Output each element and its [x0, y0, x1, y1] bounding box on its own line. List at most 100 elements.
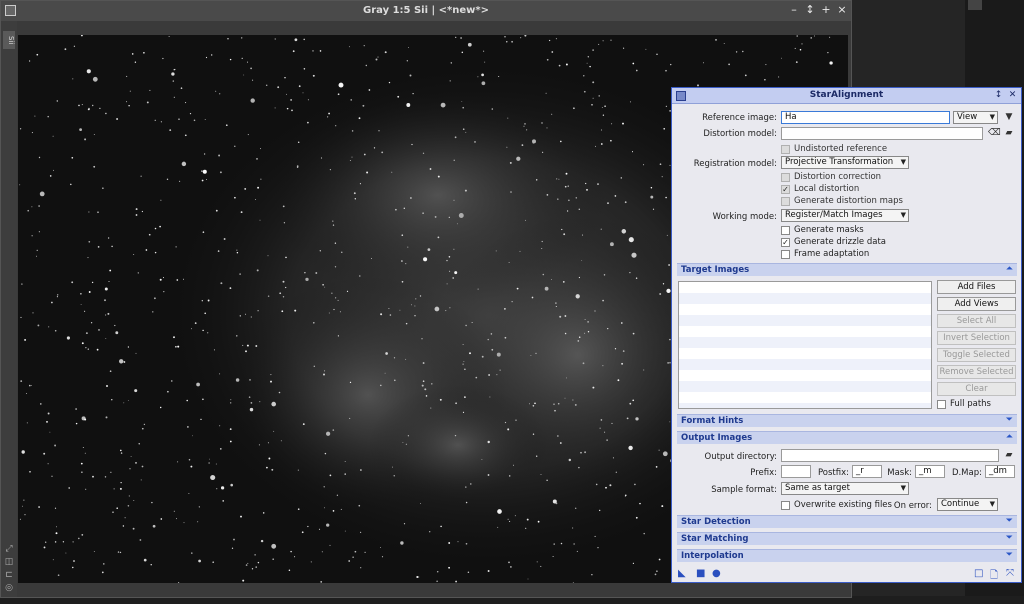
expand-icon[interactable]: ⏷	[1006, 550, 1013, 560]
document-icon[interactable]: 🗋	[990, 568, 998, 585]
on-error-combo[interactable]: Continue ▼	[937, 498, 998, 511]
section-format-hints[interactable]: Format Hints ⏷	[677, 414, 1017, 427]
section-target-images[interactable]: Target Images ⏶	[677, 263, 1017, 276]
star	[107, 237, 110, 239]
expand-icon[interactable]: ⏷	[1006, 415, 1013, 425]
star	[84, 418, 87, 421]
minimize-icon[interactable]: –	[789, 4, 799, 16]
mask-tool-icon[interactable]: ◫	[4, 557, 14, 567]
frame-adaptation-checkbox[interactable]: Frame adaptation	[781, 249, 869, 259]
remove-selected-button[interactable]: Remove Selected	[937, 365, 1016, 379]
star	[600, 419, 603, 421]
working-mode-combo[interactable]: Register/Match Images ▼	[781, 209, 909, 222]
undistorted-reference-checkbox[interactable]: Undistorted reference	[781, 144, 887, 154]
toggle-selected-button[interactable]: Toggle Selected	[937, 348, 1016, 362]
add-views-button[interactable]: Add Views	[937, 297, 1016, 311]
star	[270, 374, 272, 376]
close-icon[interactable]: ✕	[1008, 90, 1017, 100]
crop-tool-icon[interactable]: ⊏	[4, 570, 14, 580]
reference-view-combo[interactable]: View ▼	[953, 111, 998, 124]
distortion-model-input[interactable]	[781, 127, 983, 140]
generate-masks-checkbox[interactable]: Generate masks	[781, 225, 864, 235]
star	[728, 63, 730, 66]
star	[229, 58, 232, 61]
triangle-icon[interactable]: ◣	[678, 568, 686, 579]
star	[665, 69, 667, 72]
settings-icon[interactable]: ◎	[4, 583, 14, 593]
circle-icon[interactable]: ●	[712, 568, 721, 579]
star	[412, 92, 414, 95]
collapse-icon[interactable]: ⏶	[1006, 264, 1013, 274]
star	[599, 509, 601, 512]
expand-icon[interactable]: ⏷	[1006, 533, 1013, 543]
generate-distortion-maps-checkbox[interactable]: Generate distortion maps	[781, 196, 903, 206]
sample-format-combo[interactable]: Same as target ▼	[781, 482, 909, 495]
prefix-input[interactable]	[781, 465, 811, 478]
maximize-icon[interactable]: +	[821, 4, 831, 16]
star	[123, 361, 126, 363]
postfix-label: Postfix:	[817, 468, 849, 478]
output-directory-input[interactable]	[781, 449, 999, 462]
dropdown-arrow-icon[interactable]: ▼	[1004, 112, 1014, 122]
star	[291, 109, 293, 112]
full-paths-checkbox[interactable]: Full paths	[937, 399, 991, 409]
postfix-input[interactable]: _r	[852, 465, 882, 478]
star	[508, 261, 510, 263]
generate-drizzle-data-checkbox[interactable]: ✓ Generate drizzle data	[781, 237, 886, 247]
star	[296, 165, 299, 167]
distortion-correction-checkbox[interactable]: Distortion correction	[781, 172, 881, 182]
overwrite-existing-files-checkbox[interactable]: Overwrite existing files	[781, 500, 892, 510]
star	[192, 435, 194, 437]
dmap-input[interactable]: _dm	[985, 465, 1015, 478]
reference-image-input[interactable]: Ha	[781, 111, 950, 124]
square-outline-icon[interactable]: □	[974, 568, 983, 579]
mask-input[interactable]: _m	[915, 465, 945, 478]
star	[160, 121, 162, 123]
shade-icon[interactable]: ↕	[994, 90, 1003, 100]
expand-icon[interactable]: ⏷	[1006, 516, 1013, 526]
star	[625, 494, 627, 496]
clear-icon[interactable]: ⌫	[988, 128, 1001, 138]
folder-icon[interactable]: ▰	[1004, 450, 1014, 460]
star	[101, 571, 104, 574]
star	[159, 225, 161, 228]
star	[127, 346, 130, 348]
star	[57, 574, 60, 577]
square-icon[interactable]: ■	[696, 568, 705, 579]
star	[405, 322, 408, 325]
collapse-icon[interactable]: ⏶	[1006, 432, 1013, 442]
section-interpolation[interactable]: Interpolation ⏷	[677, 549, 1017, 562]
star	[474, 141, 476, 143]
image-window-title: Gray 1:5 Sii | <*new*>	[362, 5, 489, 16]
select-all-button[interactable]: Select All	[937, 314, 1016, 328]
star	[111, 245, 113, 248]
star	[614, 195, 617, 197]
add-files-button[interactable]: Add Files	[937, 280, 1016, 294]
star	[504, 36, 506, 38]
star	[405, 263, 407, 265]
star	[167, 390, 169, 393]
folder-icon[interactable]: ▰	[1004, 128, 1014, 138]
right-strip-tab[interactable]	[968, 0, 982, 10]
dialog-titlebar[interactable]: StarAlignment ↕ ✕	[672, 88, 1021, 104]
shade-icon[interactable]: ↕	[805, 4, 815, 16]
section-star-matching[interactable]: Star Matching ⏷	[677, 532, 1017, 545]
identifier-tab[interactable]: Sii	[3, 31, 15, 49]
invert-selection-button[interactable]: Invert Selection	[937, 331, 1016, 345]
star	[465, 501, 468, 504]
star	[282, 205, 285, 208]
reset-icon[interactable]: ⤧	[1006, 568, 1014, 579]
target-images-list[interactable]	[678, 281, 932, 409]
star	[510, 191, 512, 193]
close-icon[interactable]: ×	[837, 4, 847, 16]
star	[439, 398, 442, 401]
section-star-detection[interactable]: Star Detection ⏷	[677, 515, 1017, 528]
local-distortion-checkbox[interactable]: ✓ Local distortion	[781, 184, 859, 194]
registration-model-combo[interactable]: Projective Transformation ▼	[781, 156, 909, 169]
star	[635, 516, 638, 519]
section-output-images[interactable]: Output Images ⏶	[677, 431, 1017, 444]
image-window-titlebar[interactable]: Gray 1:5 Sii | <*new*> – ↕ + ×	[1, 1, 851, 21]
star	[602, 40, 604, 42]
clear-button[interactable]: Clear	[937, 382, 1016, 396]
pointer-tool-icon[interactable]: ⤢	[4, 544, 14, 554]
